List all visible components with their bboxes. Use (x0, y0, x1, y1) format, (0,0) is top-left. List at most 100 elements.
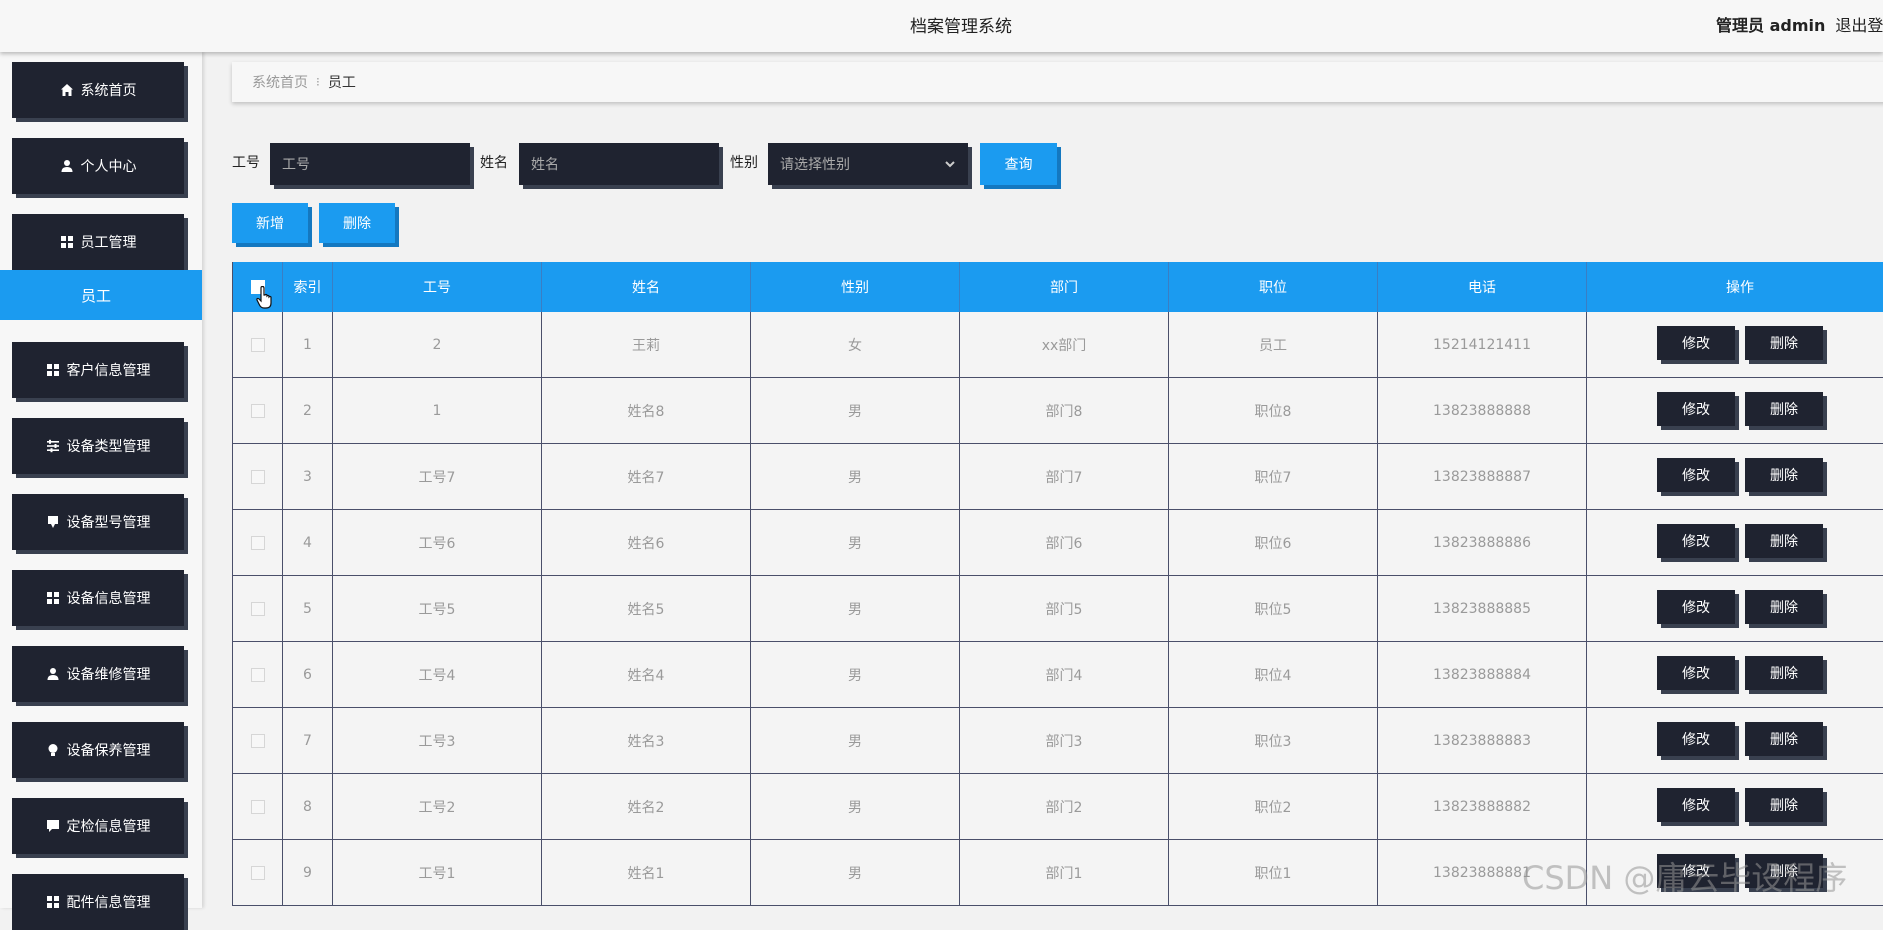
delete-button[interactable]: 删除 (1745, 391, 1823, 426)
breadcrumb-home[interactable]: 系统首页 (252, 72, 308, 92)
row-name: 姓名5 (542, 576, 751, 641)
delete-button[interactable]: 删除 (1745, 523, 1823, 558)
delete-button[interactable]: 删除 (1745, 457, 1823, 492)
row-action-buttons: 修改 删除 (1657, 523, 1823, 558)
edit-button[interactable]: 修改 (1657, 391, 1735, 426)
row-dept: 部门2 (960, 774, 1169, 839)
header-index: 索引 (283, 262, 333, 312)
sidebar-item-label: 设备型号管理 (66, 515, 151, 531)
sidebar-item-label: 配件信息管理 (66, 895, 151, 911)
delete-button[interactable]: 删除 (1745, 325, 1823, 360)
row-actions: 修改 删除 (1587, 708, 1883, 773)
row-gender: 男 (751, 444, 960, 509)
header-dept: 部门 (960, 262, 1169, 312)
query-button[interactable]: 查询 (980, 143, 1057, 185)
row-checkbox[interactable] (250, 601, 265, 616)
edit-button[interactable]: 修改 (1657, 655, 1735, 690)
row-index: 9 (283, 840, 333, 905)
sidebar-item-inspection-info[interactable]: 定检信息管理 (12, 798, 184, 854)
grid-icon (46, 592, 59, 604)
row-action-buttons: 修改 删除 (1657, 457, 1823, 492)
row-gender: 女 (751, 312, 960, 377)
row-checkbox-cell (233, 378, 283, 443)
table-header: 索引 工号 姓名 性别 部门 职位 电话 操作 (233, 262, 1883, 312)
sidebar-item-device-maintenance[interactable]: 设备保养管理 (12, 722, 184, 778)
row-actions: 修改 删除 (1587, 774, 1883, 839)
user-icon (61, 160, 72, 172)
row-checkbox[interactable] (250, 535, 265, 550)
row-dept: 部门6 (960, 510, 1169, 575)
row-checkbox[interactable] (250, 799, 265, 814)
row-checkbox[interactable] (250, 865, 265, 880)
sidebar-item-personal-center[interactable]: 个人中心 (12, 138, 184, 194)
row-position: 职位4 (1169, 642, 1378, 707)
chat-icon (46, 820, 59, 832)
row-checkbox[interactable] (250, 733, 265, 748)
id-search-input[interactable]: 工号 (270, 143, 470, 185)
row-name: 王莉 (542, 312, 751, 377)
delete-button[interactable]: 删除 (1745, 787, 1823, 822)
sidebar-item-device-model[interactable]: 设备型号管理 (12, 494, 184, 550)
table-row: 4 工号6 姓名6 男部门6 职位6 13823888886 修改 删除 (233, 510, 1883, 576)
sidebar-item-device-type[interactable]: 设备类型管理 (12, 418, 184, 474)
edit-button[interactable]: 修改 (1657, 589, 1735, 624)
delete-button[interactable]: 删除 (1745, 589, 1823, 624)
sidebar-item-parts-info[interactable]: 配件信息管理 (12, 874, 184, 930)
hand-cursor-icon (256, 286, 272, 309)
table-row: 1 2 王莉女 xx部门 员工 15214121411 修改 删除 (233, 312, 1883, 378)
gender-label: 性别 (730, 155, 758, 171)
edit-button[interactable]: 修改 (1657, 523, 1735, 558)
row-id: 工号1 (333, 840, 542, 905)
row-checkbox-cell (233, 444, 283, 509)
sidebar-item-home[interactable]: 系统首页 (12, 62, 184, 118)
delete-button[interactable]: 删除 (1745, 721, 1823, 756)
id-input-placeholder: 工号 (282, 157, 310, 173)
top-bar: 档案管理系统 管理员 admin 退出登录 (0, 0, 1883, 52)
edit-button[interactable]: 修改 (1657, 457, 1735, 492)
sidebar-item-customer-info[interactable]: 客户信息管理 (12, 342, 184, 398)
edit-button[interactable]: 修改 (1657, 325, 1735, 360)
row-id: 1 (333, 378, 542, 443)
name-search-input[interactable]: 姓名 (519, 143, 719, 185)
grid-icon (60, 236, 73, 248)
row-checkbox[interactable] (250, 337, 265, 352)
row-position: 职位1 (1169, 840, 1378, 905)
sidebar-subitem-label: 员工 (80, 286, 111, 305)
sidebar-subitem-employee[interactable]: 员工 (0, 270, 202, 320)
gender-select[interactable]: 请选择性别 (768, 143, 968, 185)
row-checkbox[interactable] (250, 403, 265, 418)
row-index: 7 (283, 708, 333, 773)
user-icon (47, 668, 58, 680)
sidebar-item-device-repair[interactable]: 设备维修管理 (12, 646, 184, 702)
table-row: 2 1 姓名8 男部门8 职位8 13823888888 修改 删除 (233, 378, 1883, 444)
row-actions: 修改 删除 (1587, 312, 1883, 377)
row-index: 3 (283, 444, 333, 509)
row-gender: 男 (751, 510, 960, 575)
logout-link[interactable]: 退出登录 (1835, 16, 1883, 35)
row-actions: 修改 删除 (1587, 576, 1883, 641)
edit-button[interactable]: 修改 (1657, 787, 1735, 822)
table-row: 5 工号5 姓名5 男部门5 职位5 13823888885 修改 删除 (233, 576, 1883, 642)
sidebar-item-label: 定检信息管理 (66, 819, 151, 835)
table-row: 8 工号2 姓名2 男部门2 职位2 13823888882 修改 删除 (233, 774, 1883, 840)
sidebar-item-device-info[interactable]: 设备信息管理 (12, 570, 184, 626)
table-row: 3 工号7 姓名7 男部门7 职位7 13823888887 修改 删除 (233, 444, 1883, 510)
watermark: CSDN @庸云毕设程序 (1522, 859, 1848, 897)
edit-button[interactable]: 修改 (1657, 721, 1735, 756)
row-position: 职位5 (1169, 576, 1378, 641)
row-checkbox[interactable] (250, 667, 265, 682)
row-action-buttons: 修改 删除 (1657, 787, 1823, 822)
delete-button[interactable]: 删除 (1745, 655, 1823, 690)
sidebar-item-employee-management[interactable]: 员工管理 (12, 214, 184, 270)
row-name: 姓名2 (542, 774, 751, 839)
batch-delete-button[interactable]: 删除 (319, 203, 395, 243)
add-button[interactable]: 新增 (232, 203, 308, 243)
row-checkbox-cell (233, 774, 283, 839)
row-phone: 15214121411 (1378, 312, 1587, 377)
row-checkbox[interactable] (250, 469, 265, 484)
sidebar-item-label: 设备维修管理 (66, 667, 151, 683)
row-name: 姓名3 (542, 708, 751, 773)
row-name: 姓名4 (542, 642, 751, 707)
sidebar-item-label: 个人中心 (80, 159, 137, 175)
row-index: 8 (283, 774, 333, 839)
